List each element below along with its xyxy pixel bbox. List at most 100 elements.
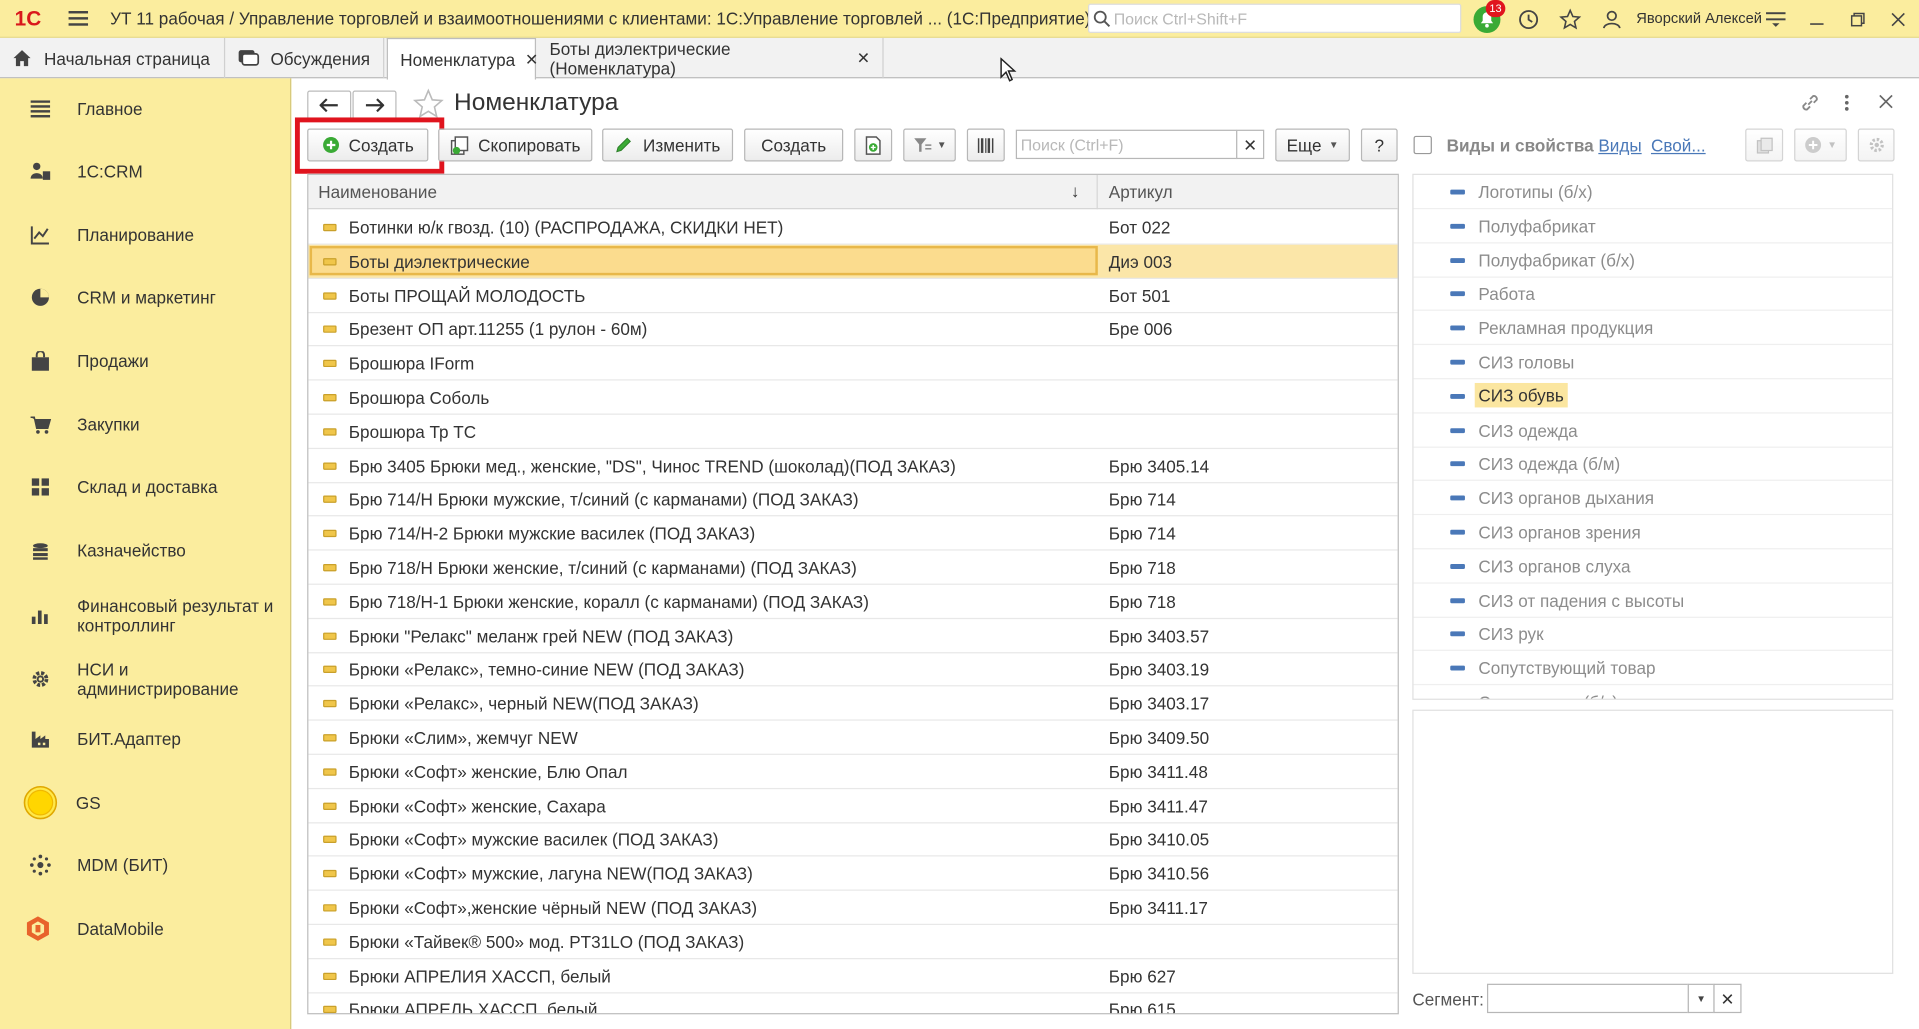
more-button[interactable]: Еще ▼ xyxy=(1275,128,1350,162)
properties-link[interactable]: Свой... xyxy=(1651,136,1706,156)
kind-list-item[interactable]: СИЗ одежда (б/м) xyxy=(1413,447,1893,482)
sidebar-item-warehouse[interactable]: Склад и доставка xyxy=(0,474,291,501)
kind-list-item[interactable]: Сопутствующий товар xyxy=(1413,651,1893,686)
panel-copy-button[interactable] xyxy=(1745,128,1784,162)
table-row[interactable]: Брюки «Софт» мужские василек (ПОД ЗАКАЗ)… xyxy=(308,823,1398,857)
filter-button[interactable]: ▼ xyxy=(903,128,956,162)
1c-logo-icon: 1С xyxy=(15,8,42,31)
table-row[interactable]: Брюки «Релакс», темно-синие NEW (ПОД ЗАК… xyxy=(308,653,1398,687)
sidebar-item-mdm[interactable]: MDM (БИТ) xyxy=(0,852,291,879)
table-row[interactable]: Брю 714/Н-2 Брюки мужские василек (ПОД З… xyxy=(308,517,1398,551)
minimize-icon[interactable] xyxy=(1804,6,1831,33)
more-vertical-icon[interactable] xyxy=(1842,92,1852,114)
close-form-icon[interactable] xyxy=(1879,94,1894,109)
barcode-button[interactable] xyxy=(966,128,1005,162)
tab-discussions[interactable]: Обсуждения xyxy=(225,37,385,79)
global-search-input[interactable]: Поиск Ctrl+Shift+F xyxy=(1088,3,1462,34)
favorites-star-icon[interactable] xyxy=(1557,6,1584,33)
app-logo[interactable]: 1С xyxy=(10,4,54,33)
kind-list-item[interactable]: СИЗ органов слуха xyxy=(1413,549,1893,584)
sidebar-item-crm-marketing[interactable]: CRM и маркетинг xyxy=(0,284,291,311)
sidebar-item-1c-crm[interactable]: 1С:CRM xyxy=(0,158,291,185)
table-row[interactable]: Брошюра IForm xyxy=(308,346,1398,381)
table-row[interactable]: Брюки «Слим», жемчуг NEW Брю 3409.50 xyxy=(308,721,1398,755)
sidebar-item-treasury[interactable]: Казначейство xyxy=(0,537,291,564)
kind-list-item[interactable]: Спецодежда (б/х) xyxy=(1414,685,1893,699)
tab-boots-item[interactable]: Боты диэлектрические (Номенклатура) ✕ xyxy=(537,37,884,79)
sidebar-item-main[interactable]: Главное xyxy=(0,95,291,122)
forward-button[interactable] xyxy=(352,90,397,120)
kind-list-item[interactable]: Полуфабрикат xyxy=(1413,209,1893,244)
kinds-checkbox[interactable] xyxy=(1413,135,1432,155)
segment-input[interactable] xyxy=(1486,983,1689,1014)
kind-list-item[interactable]: СИЗ обувь xyxy=(1413,379,1893,414)
table-row[interactable]: Брюки «Релакс», черный NEW(ПОД ЗАКАЗ) Брю… xyxy=(308,687,1398,721)
table-row[interactable]: Брю 3405 Брюки мед., женские, "DS", Чино… xyxy=(308,449,1398,483)
close-window-icon[interactable] xyxy=(1885,6,1912,33)
panel-settings-button[interactable] xyxy=(1857,128,1895,162)
kind-list-item[interactable]: СИЗ одежда xyxy=(1413,413,1893,448)
kinds-link[interactable]: Виды xyxy=(1598,136,1641,156)
sidebar-item-planning[interactable]: Планирование xyxy=(0,221,291,248)
link-icon[interactable] xyxy=(1799,92,1821,114)
kind-list-item[interactable]: СИЗ головы xyxy=(1413,345,1893,380)
table-row[interactable]: Брю 718/Н-1 Брюки женские, коралл (с кар… xyxy=(308,585,1398,619)
sidebar-item-sales[interactable]: Продажи xyxy=(0,347,291,374)
kind-list-item[interactable]: СИЗ от падения с высоты xyxy=(1413,583,1893,618)
table-row[interactable]: Брюки «Софт» женские, Блю Опал Брю 3411.4… xyxy=(308,755,1398,789)
table-row[interactable]: Боты ПРОЩАЙ МОЛОДОСТЬ Бот 501 xyxy=(308,278,1398,313)
table-row[interactable]: Брюки «Софт»,женские чёрный NEW (ПОД ЗАК… xyxy=(308,891,1398,925)
table-row[interactable]: Брюки «Софт» женские, Сахара Брю 3411.47 xyxy=(308,789,1398,823)
table-row[interactable]: Брюки "Релакс" меланж грей NEW (ПОД ЗАКА… xyxy=(308,619,1398,653)
table-row[interactable]: Брезент ОП арт.11255 (1 рулон - 60м) Бре … xyxy=(308,312,1398,347)
back-button[interactable] xyxy=(307,90,352,120)
table-row[interactable]: Ботинки ю/к гвозд. (10) (РАСПРОДАЖА, СКИ… xyxy=(308,210,1398,245)
kind-list-item[interactable]: СИЗ органов дыхания xyxy=(1413,481,1893,516)
user-icon[interactable] xyxy=(1598,6,1625,33)
table-row[interactable]: Брюки «Тайвек® 500» мод. PT31LO (ПОД ЗАК… xyxy=(308,925,1398,960)
kind-list-item[interactable]: Работа xyxy=(1413,277,1893,312)
tab-nomenclature[interactable]: Номенклатура ✕ xyxy=(386,37,538,80)
kind-list-item[interactable]: Логотипы (б/х) xyxy=(1413,175,1893,210)
clear-search-button[interactable] xyxy=(1236,129,1265,160)
sidebar-item-financial-result[interactable]: Финансовый результат и контроллинг xyxy=(0,595,291,637)
copy-button[interactable]: Скопировать xyxy=(438,128,593,162)
user-name[interactable]: Яворский Алексей xyxy=(1636,10,1762,27)
close-tab-icon[interactable]: ✕ xyxy=(857,48,870,68)
panel-add-button[interactable]: ▼ xyxy=(1794,128,1847,162)
tab-home[interactable]: Начальная страница xyxy=(0,37,226,79)
segment-dropdown-button[interactable]: ▼ xyxy=(1687,983,1715,1014)
help-button[interactable]: ? xyxy=(1360,128,1398,162)
kind-list-item[interactable]: Полуфабрикат (б/х) xyxy=(1413,243,1893,278)
kind-list-item[interactable]: СИЗ рук xyxy=(1413,617,1893,652)
create-button[interactable]: Создать xyxy=(307,128,429,162)
kind-list-item[interactable]: Рекламная продукция xyxy=(1413,311,1893,346)
table-row[interactable]: Брюки «Софт» мужские, лагуна NEW(ПОД ЗАК… xyxy=(308,857,1398,891)
table-row[interactable]: Брошюра Тр ТС xyxy=(308,415,1398,449)
sidebar-item-bit-adapter[interactable]: БИТ.Адаптер xyxy=(0,726,291,753)
segment-clear-button[interactable] xyxy=(1713,983,1742,1014)
table-row[interactable]: Брю 714/Н Брюки мужские, т/синий (с карм… xyxy=(308,483,1398,517)
create-from-button[interactable] xyxy=(854,128,893,162)
table-row[interactable]: Брошюра Соболь xyxy=(308,381,1398,415)
column-header-name[interactable]: Наименование ↓ xyxy=(308,174,1098,210)
column-header-code[interactable]: Артикул xyxy=(1099,175,1398,209)
sidebar-item-gs[interactable]: GS xyxy=(0,785,291,820)
table-row[interactable]: Брюки АПРЕЛЬ ХАССП, белый Брю 615 xyxy=(308,993,1397,1014)
history-icon[interactable] xyxy=(1515,6,1542,33)
table-row[interactable]: Брюки АПРЕЛИЯ ХАССП, белый Брю 627 xyxy=(308,959,1398,994)
table-row[interactable]: Боты диэлектрические Диэ 003 xyxy=(308,244,1398,279)
favorite-star-icon[interactable] xyxy=(412,88,444,120)
sidebar-item-nsi-admin[interactable]: НСИ и администрирование xyxy=(0,658,291,700)
main-menu-icon[interactable] xyxy=(66,6,90,30)
create-group-button[interactable]: Создать xyxy=(744,128,844,162)
list-search-input[interactable]: Поиск (Ctrl+F) xyxy=(1015,129,1238,160)
settings-menu-icon[interactable] xyxy=(1762,6,1789,33)
notifications-button[interactable]: 13 xyxy=(1472,0,1506,34)
edit-button[interactable]: Изменить xyxy=(602,128,734,162)
table-row[interactable]: Брю 718/Н Брюки женские, т/синий (с карм… xyxy=(308,551,1398,585)
restore-icon[interactable] xyxy=(1844,6,1871,33)
kind-list-item[interactable]: СИЗ органов зрения xyxy=(1413,515,1893,550)
sidebar-item-datamobile[interactable]: DataMobile xyxy=(0,914,291,943)
sidebar-item-purchases[interactable]: Закупки xyxy=(0,411,291,438)
